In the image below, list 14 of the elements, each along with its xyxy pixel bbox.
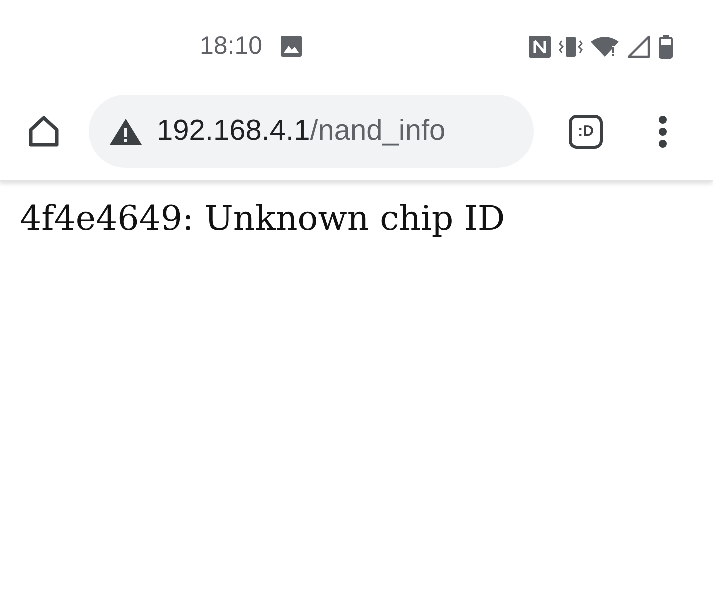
url-text: 192.168.4.1/nand_info (157, 115, 446, 148)
vibrate-icon (559, 36, 583, 58)
home-button[interactable] (27, 114, 61, 148)
nfc-icon (529, 36, 551, 58)
battery-icon (659, 34, 673, 58)
menu-icon[interactable] (658, 114, 668, 148)
address-bar[interactable]: 192.168.4.1/nand_info (89, 95, 534, 168)
wifi-icon (591, 36, 619, 58)
signal-icon (627, 34, 651, 58)
page-text: 4f4e4649: Unknown chip ID (20, 199, 506, 239)
warning-icon (109, 118, 143, 146)
tab-switcher-button[interactable]: :D (569, 114, 603, 148)
clock-time: 18:10 (200, 32, 263, 61)
image-icon (280, 36, 302, 57)
